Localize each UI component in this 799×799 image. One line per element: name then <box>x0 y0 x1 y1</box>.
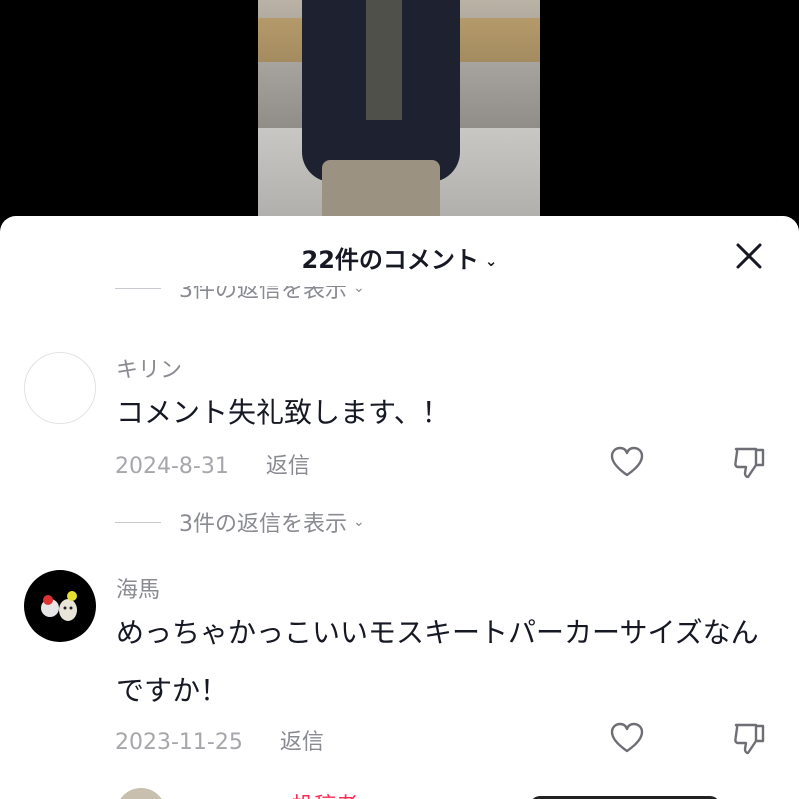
creator-badge: 投稿者 <box>292 788 358 799</box>
view-replies-label: 3件の返信を表示 <box>179 512 347 537</box>
dislike-icon[interactable] <box>732 720 768 756</box>
avatar[interactable] <box>24 570 96 642</box>
heart-icon[interactable] <box>610 446 644 478</box>
comment-text: コメント失礼致します、！ <box>116 396 450 429</box>
dislike-icon[interactable] <box>732 444 768 480</box>
chevron-down-icon: ⌄ <box>353 514 365 530</box>
chevron-down-icon: ⌄ <box>484 252 498 270</box>
view-replies-toggle-top[interactable]: 3件の返信を表示 ⌄ <box>115 286 365 306</box>
comment-meta: 2023-11-25 返信 <box>115 724 324 756</box>
close-icon[interactable] <box>735 242 763 270</box>
avatar[interactable] <box>116 788 166 799</box>
comment-meta: 2024-8-31 返信 <box>115 448 310 480</box>
comment-date: 2024-8-31 <box>115 454 229 479</box>
divider-line <box>115 521 161 523</box>
avatar[interactable] <box>24 352 96 424</box>
comments-header[interactable]: 22件のコメント ⌄ <box>0 240 799 275</box>
avatar-image <box>41 591 77 621</box>
comment-username[interactable]: 海馬 <box>116 572 160 604</box>
comment-text: めっちゃかっこいいモスキートパーカーサイズなんですか！ <box>116 616 759 707</box>
comments-count-title: 22件のコメント <box>301 246 479 274</box>
heart-icon[interactable] <box>610 722 644 754</box>
reply-button[interactable]: 返信 <box>280 730 324 755</box>
reply-button[interactable]: 返信 <box>266 454 310 479</box>
screen: 22件のコメント ⌄ 3件の返信を表示 ⌄ キリン コメント失礼致します、！ 20… <box>0 0 799 799</box>
person-shirt <box>366 0 402 120</box>
comments-sheet: 22件のコメント ⌄ 3件の返信を表示 ⌄ キリン コメント失礼致します、！ 20… <box>0 216 799 799</box>
video-preview[interactable] <box>258 0 540 230</box>
view-replies-toggle[interactable]: 3件の返信を表示 ⌄ <box>115 506 365 538</box>
comment-date: 2023-11-25 <box>115 730 243 755</box>
view-replies-label: 3件の返信を表示 <box>179 286 347 303</box>
chevron-down-icon: ⌄ <box>353 286 365 296</box>
divider-line <box>115 287 161 289</box>
comment-username[interactable]: キリン <box>116 352 182 384</box>
